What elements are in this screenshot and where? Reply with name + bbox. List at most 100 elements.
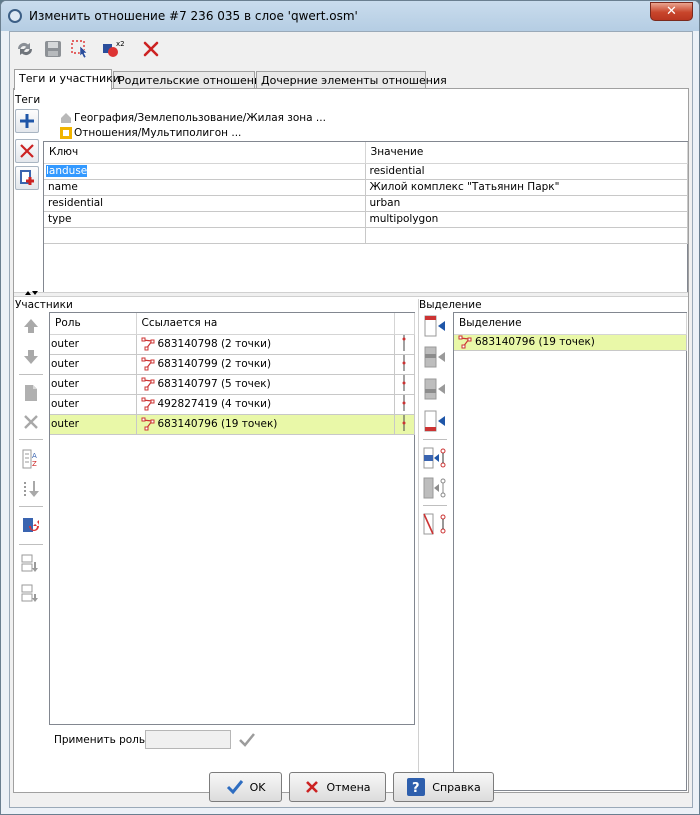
add-member-end-button[interactable] bbox=[19, 581, 43, 605]
tag-key[interactable]: residential bbox=[44, 195, 366, 212]
tags-section-label: Теги bbox=[15, 94, 41, 106]
column-header-selection[interactable]: Выделение bbox=[454, 313, 687, 335]
selection-table[interactable]: Выделение 683140796 (19 точек) bbox=[453, 312, 687, 791]
ok-button[interactable]: OK bbox=[209, 772, 282, 802]
member-ref: 683140797 (5 точек) bbox=[157, 378, 271, 390]
duplicate-relation-button[interactable]: x2 bbox=[101, 38, 125, 60]
tag-table[interactable]: Ключ Значение landuse residential name Ж… bbox=[43, 141, 688, 293]
sort-members-button[interactable]: AZ bbox=[19, 447, 43, 471]
tag-row[interactable]: landuse residential bbox=[44, 163, 688, 180]
toolbar-separator bbox=[19, 544, 43, 545]
tag-key-cell[interactable]: landuse bbox=[44, 163, 366, 180]
member-ref-cell[interactable]: 683140798 (2 точки) bbox=[136, 334, 395, 355]
apply-role-input[interactable] bbox=[145, 730, 231, 749]
selection-table-header: Выделение bbox=[454, 313, 687, 335]
member-row[interactable]: outer 683140797 (5 точек) bbox=[50, 374, 415, 395]
linkage-icon bbox=[402, 414, 406, 431]
preset-landuse-residential[interactable]: География/Землепользование/Жилая зона ..… bbox=[60, 111, 326, 125]
cancel-button[interactable]: Отмена bbox=[289, 772, 386, 802]
tag-value[interactable] bbox=[365, 227, 688, 244]
save-button[interactable] bbox=[41, 38, 65, 60]
member-ref: 683140799 (2 точки) bbox=[157, 358, 272, 370]
column-header-value[interactable]: Значение bbox=[365, 142, 688, 164]
members-selection-divider[interactable] bbox=[418, 299, 419, 791]
help-button[interactable]: ? Справка bbox=[393, 772, 494, 802]
tag-key[interactable] bbox=[44, 227, 366, 244]
refresh-button[interactable] bbox=[13, 38, 37, 60]
paste-tags-button[interactable] bbox=[15, 166, 39, 190]
member-row[interactable]: outer 683140798 (2 точки) bbox=[50, 334, 415, 355]
save-icon bbox=[45, 41, 61, 57]
linkage-icon bbox=[402, 354, 406, 371]
tag-key[interactable]: landuse bbox=[46, 165, 88, 177]
add-selected-at-end-button[interactable] bbox=[423, 409, 447, 433]
member-role[interactable]: outer bbox=[50, 354, 137, 375]
edit-document-icon bbox=[25, 385, 37, 401]
member-role[interactable]: outer bbox=[50, 414, 137, 435]
sort-below-button[interactable] bbox=[19, 477, 43, 501]
selection-row[interactable]: 683140796 (19 точек) bbox=[454, 334, 687, 351]
add-tag-button[interactable] bbox=[15, 109, 39, 133]
select-members-button[interactable] bbox=[69, 38, 93, 60]
add-selected-at-start-button[interactable] bbox=[423, 314, 447, 338]
member-table[interactable]: Роль Ссылается на outer 683140798 (2 точк… bbox=[49, 312, 415, 725]
split-pane-divider[interactable] bbox=[14, 291, 688, 297]
tag-value[interactable]: multipolygon bbox=[365, 211, 688, 228]
remove-member-button[interactable] bbox=[19, 410, 43, 434]
member-ref-cell[interactable]: 683140799 (2 точки) bbox=[136, 354, 395, 375]
member-row[interactable]: outer 683140799 (2 точки) bbox=[50, 354, 415, 375]
toolbar-separator bbox=[19, 374, 43, 375]
preset-multipolygon[interactable]: Отношения/Мультиполигон ... bbox=[60, 126, 241, 140]
member-role[interactable]: outer bbox=[50, 374, 137, 395]
column-header-linkage[interactable] bbox=[394, 313, 415, 335]
tag-row[interactable]: type multipolygon bbox=[44, 211, 688, 228]
move-down-button[interactable] bbox=[19, 345, 43, 369]
add-selected-before-button[interactable] bbox=[423, 345, 447, 369]
tab-tags-and-members[interactable]: Теги и участники bbox=[14, 69, 120, 90]
tag-key[interactable]: name bbox=[44, 179, 366, 196]
member-row[interactable]: outer 492827419 (4 точки) bbox=[50, 394, 415, 415]
edit-member-button[interactable] bbox=[19, 381, 43, 405]
close-window-button[interactable]: ✕ bbox=[650, 2, 693, 21]
relation-editor-window: Изменить отношение #7 236 035 в слое 'qw… bbox=[0, 0, 700, 815]
delete-relation-icon bbox=[143, 41, 159, 57]
svg-text:x2: x2 bbox=[116, 40, 125, 48]
selection-ref: 683140796 (19 точек) bbox=[475, 336, 595, 348]
tab-parent-relations[interactable]: Родительские отношения bbox=[113, 71, 268, 89]
add-member-below-button[interactable] bbox=[19, 551, 43, 575]
member-ref-cell[interactable]: 683140796 (19 точек) bbox=[136, 414, 395, 435]
tag-value[interactable]: Жилой комплекс "Татьянин Парк" bbox=[365, 179, 688, 196]
linkage-cell bbox=[394, 354, 415, 375]
checkmark-icon bbox=[239, 733, 255, 747]
select-members-in-selection-button[interactable] bbox=[423, 476, 447, 500]
tag-row[interactable]: name Жилой комплекс "Татьянин Парк" bbox=[44, 179, 688, 196]
column-header-role[interactable]: Роль bbox=[50, 313, 137, 335]
member-ref-wrap: 683140796 (19 точек) bbox=[141, 417, 394, 432]
cancel-icon bbox=[306, 781, 319, 793]
member-row[interactable]: outer 683140796 (19 точек) bbox=[50, 414, 415, 435]
member-role[interactable]: outer bbox=[50, 394, 137, 415]
member-ref-wrap: 492827419 (4 точки) bbox=[141, 397, 394, 412]
member-ref-cell[interactable]: 492827419 (4 точки) bbox=[136, 394, 395, 415]
delete-tag-button[interactable] bbox=[15, 139, 39, 163]
tag-key[interactable]: type bbox=[44, 211, 366, 228]
move-up-button[interactable] bbox=[19, 314, 43, 338]
column-header-ref[interactable]: Ссылается на bbox=[136, 313, 395, 335]
reverse-members-button[interactable] bbox=[19, 514, 43, 538]
tab-child-relations[interactable]: Дочерние элементы отношения bbox=[256, 71, 447, 89]
tag-row-empty[interactable] bbox=[44, 227, 688, 244]
tag-row[interactable]: residential urban bbox=[44, 195, 688, 212]
column-header-key[interactable]: Ключ bbox=[44, 142, 366, 164]
delete-relation-button[interactable] bbox=[139, 38, 163, 60]
svg-text:A: A bbox=[32, 452, 37, 460]
title-bar[interactable]: Изменить отношение #7 236 035 в слое 'qw… bbox=[1, 1, 699, 31]
select-in-members-button[interactable] bbox=[423, 446, 447, 470]
toolbar-separator bbox=[423, 505, 447, 506]
add-selected-after-button[interactable] bbox=[423, 377, 447, 401]
member-role[interactable]: outer bbox=[50, 334, 137, 355]
remove-selected-members-button[interactable] bbox=[423, 512, 447, 536]
member-ref-cell[interactable]: 683140797 (5 точек) bbox=[136, 374, 395, 395]
tag-value[interactable]: urban bbox=[365, 195, 688, 212]
tag-value[interactable]: residential bbox=[365, 163, 688, 180]
apply-role-button[interactable] bbox=[237, 730, 257, 750]
